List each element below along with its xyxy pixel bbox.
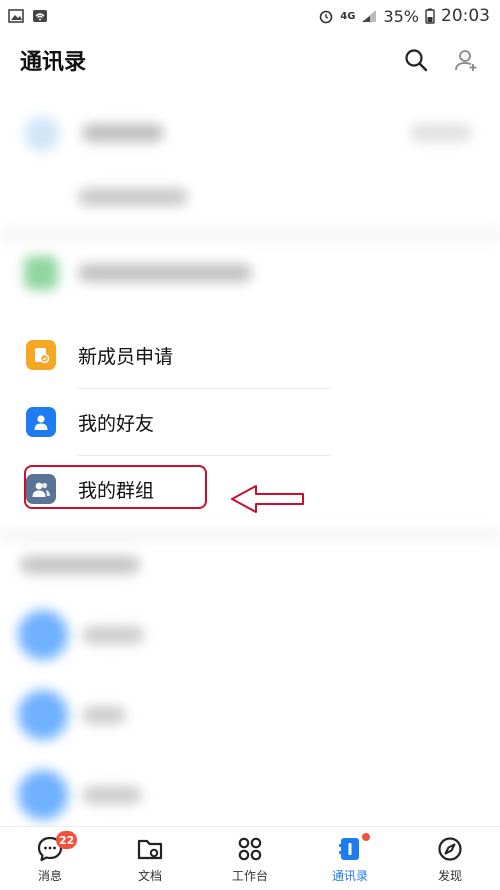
friend-icon [26, 407, 56, 437]
alarm-icon [319, 10, 333, 24]
tab-label: 工作台 [231, 869, 268, 883]
blurred-contact-list-bottom [0, 530, 500, 826]
tab-label: 发现 [437, 869, 462, 883]
status-bar: 4G 35% 20:03 [0, 0, 500, 32]
unread-badge: 22 [56, 831, 78, 849]
contacts-icon [339, 838, 359, 860]
blurred-contact-list-top [0, 90, 500, 320]
compass-icon [438, 837, 462, 861]
menu-item-label: 我的好友 [78, 412, 155, 435]
tab-documents[interactable]: 文档 [100, 827, 200, 890]
annotation-arrow-icon [231, 485, 304, 513]
tab-discover[interactable]: 发现 [400, 827, 500, 890]
tab-contacts[interactable]: 通讯录 [300, 827, 400, 890]
tab-label: 文档 [137, 869, 162, 883]
workbench-icon [238, 837, 262, 861]
menu-item-label: 新成员申请 [78, 345, 174, 368]
folder-icon [137, 839, 163, 860]
wifi-status-icon [33, 10, 47, 22]
clock-time: 20:03 [441, 6, 490, 26]
notification-dot [362, 833, 370, 841]
page-title: 通讯录 [20, 50, 87, 75]
menu-item-new-member[interactable]: 新成员申请 [0, 322, 500, 388]
bottom-tab-bar: 22 消息 文档 工作台 通讯录 发现 [0, 826, 500, 890]
tab-label: 消息 [37, 869, 62, 883]
tab-messages[interactable]: 22 消息 [0, 827, 100, 890]
network-type: 4G [340, 10, 356, 22]
app-header: 通讯录 [0, 32, 500, 88]
search-icon[interactable] [404, 48, 428, 72]
menu-item-my-friends[interactable]: 我的好友 [0, 389, 500, 455]
gallery-icon [8, 9, 24, 23]
new-member-icon [26, 340, 56, 370]
battery-icon [425, 8, 435, 24]
signal-icon [362, 10, 377, 22]
tab-label: 通讯录 [331, 869, 368, 883]
add-contact-icon[interactable] [454, 48, 478, 72]
annotation-highlight-box [24, 465, 207, 509]
tab-workbench[interactable]: 工作台 [200, 827, 300, 890]
battery-percent: 35% [383, 6, 419, 26]
